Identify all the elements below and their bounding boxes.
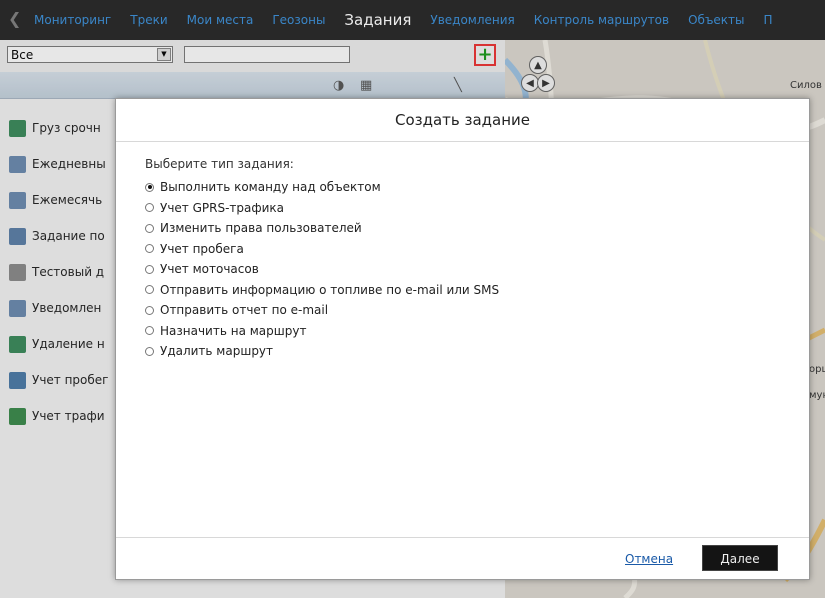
option-label: Отправить информацию о топливе по e-mail… [160, 282, 500, 297]
task-type-option[interactable]: Удалить маршрут [145, 341, 499, 362]
nav-item[interactable]: Мои места [187, 13, 254, 27]
option-label: Выполнить команду над объектом [160, 180, 381, 195]
top-navigation: ❮ Мониторинг Треки Мои места Геозоны Задания… [0, 0, 825, 40]
task-type-option[interactable]: Учет моточасов [145, 259, 499, 280]
nav-item[interactable]: Контроль маршрутов [534, 13, 669, 27]
task-type-options: Выполнить команду над объектом Учет GPRS-… [145, 177, 499, 362]
task-type-option[interactable]: Учет пробега [145, 239, 499, 260]
option-label: Удалить маршрут [160, 344, 274, 359]
option-label: Изменить права пользователей [160, 221, 362, 236]
task-type-option[interactable]: Изменить права пользователей [145, 218, 499, 239]
dialog-footer: Отмена Далее [116, 537, 809, 580]
task-type-option[interactable]: Отправить отчет по e-mail [145, 300, 499, 321]
dialog-title: Создать задание [116, 99, 809, 142]
option-label: Учет пробега [160, 241, 244, 256]
radio-button[interactable] [145, 285, 154, 295]
nav-item[interactable]: П [764, 13, 773, 27]
radio-button[interactable] [145, 203, 154, 213]
nav-item[interactable]: Задания [344, 11, 411, 29]
nav-item[interactable]: Уведомления [430, 13, 514, 27]
cancel-link[interactable]: Отмена [625, 552, 673, 566]
create-task-dialog: Создать задание Выберите тип задания: Вы… [115, 98, 810, 580]
radio-button[interactable] [145, 264, 154, 274]
nav-item[interactable]: Треки [130, 13, 167, 27]
radio-button[interactable] [145, 223, 154, 233]
task-type-option[interactable]: Выполнить команду над объектом [145, 177, 499, 198]
radio-button[interactable] [145, 326, 154, 336]
task-type-option[interactable]: Учет GPRS-трафика [145, 198, 499, 219]
next-button[interactable]: Далее [702, 545, 778, 571]
nav-item[interactable]: Объекты [688, 13, 744, 27]
nav-back-icon[interactable]: ❮ [8, 9, 24, 29]
radio-button[interactable] [145, 182, 154, 192]
task-type-option[interactable]: Отправить информацию о топливе по e-mail… [145, 280, 499, 301]
option-label: Отправить отчет по e-mail [160, 303, 329, 318]
dialog-prompt: Выберите тип задания: [145, 157, 294, 171]
nav-item[interactable]: Геозоны [272, 13, 325, 27]
option-label: Учет моточасов [160, 262, 259, 277]
radio-button[interactable] [145, 244, 154, 254]
task-type-option[interactable]: Назначить на маршрут [145, 321, 499, 342]
option-label: Назначить на маршрут [160, 323, 307, 338]
nav-items: Мониторинг Треки Мои места Геозоны Задания Ув… [34, 0, 792, 40]
nav-item[interactable]: Мониторинг [34, 13, 111, 27]
option-label: Учет GPRS-трафика [160, 200, 285, 215]
radio-button[interactable] [145, 305, 154, 315]
radio-button[interactable] [145, 346, 154, 356]
